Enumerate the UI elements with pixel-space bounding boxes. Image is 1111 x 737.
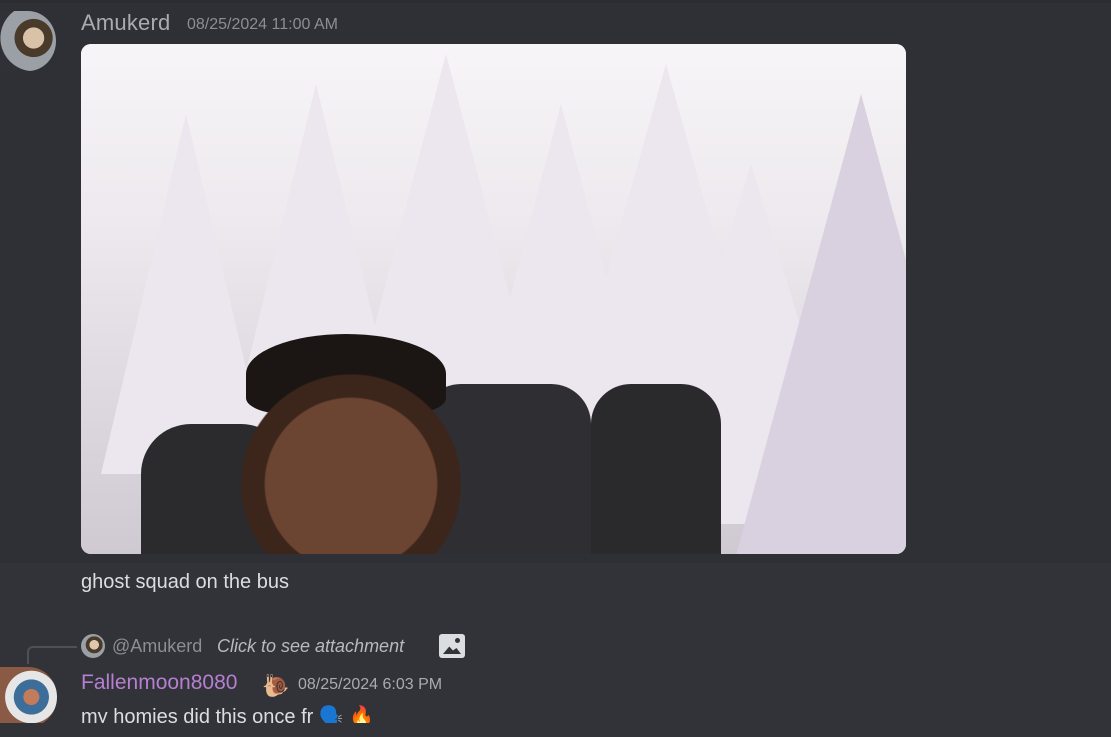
image-attachment[interactable] xyxy=(81,44,906,554)
avatar-fallenmoon8080[interactable] xyxy=(0,667,57,727)
author-amukerd[interactable]: Amukerd xyxy=(81,10,170,36)
snail-icon: 🐌 xyxy=(262,673,290,698)
message-1-text: ghost squad on the bus xyxy=(81,571,289,593)
reply-author[interactable]: @Amukerd xyxy=(112,636,202,657)
top-divider xyxy=(0,0,1111,3)
message-1-timestamp[interactable]: 08/25/2024 11:00 AM xyxy=(187,16,338,34)
reply-avatar[interactable] xyxy=(81,634,105,658)
message-2-timestamp[interactable]: 08/25/2024 6:03 PM xyxy=(298,676,442,694)
composer-area-edge xyxy=(0,723,1111,737)
avatar-amukerd[interactable] xyxy=(0,11,56,71)
reply-connector xyxy=(27,646,77,664)
image-icon xyxy=(439,634,465,658)
reply-preview[interactable]: Click to see attachment xyxy=(217,636,404,657)
author-fallenmoon8080[interactable]: Fallenmoon8080 xyxy=(81,671,237,695)
